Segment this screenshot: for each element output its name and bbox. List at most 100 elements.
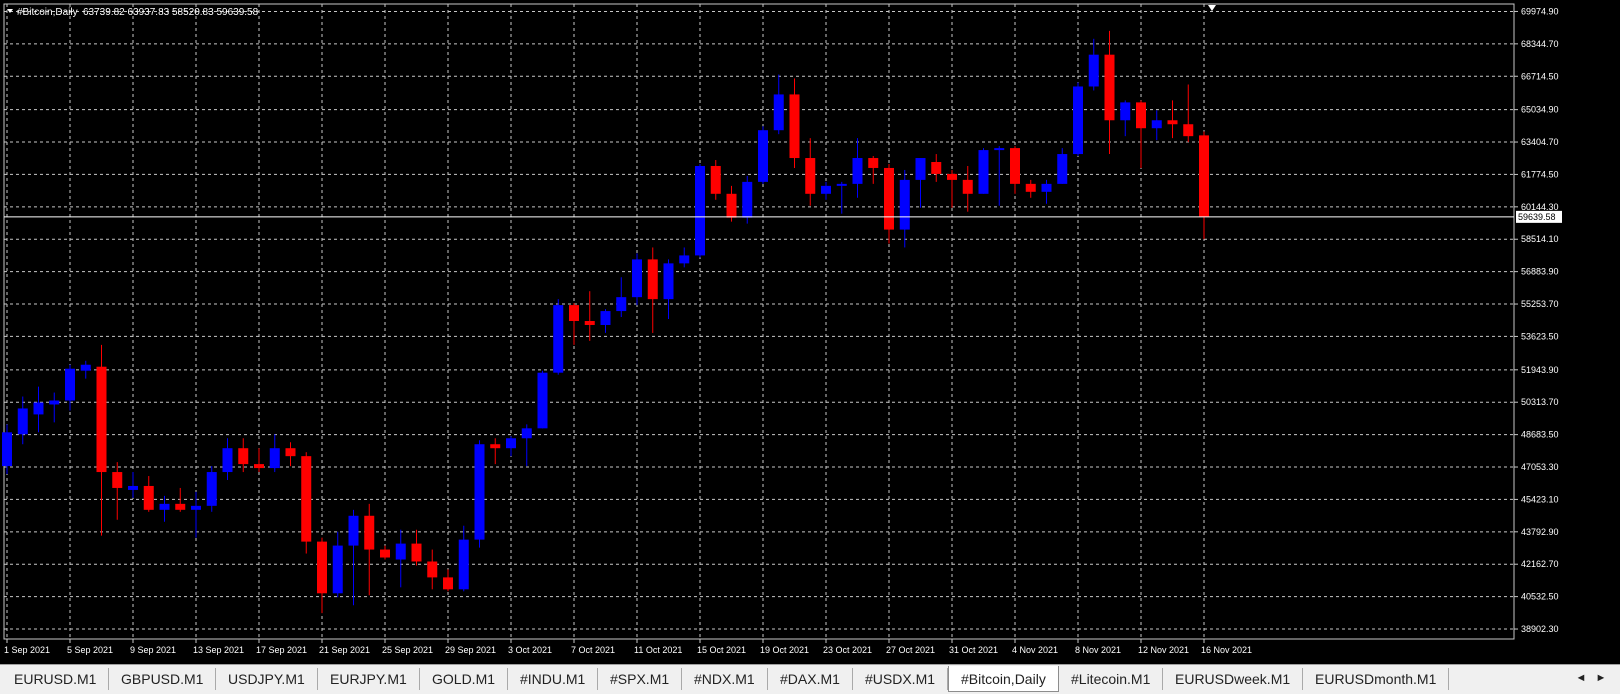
chart-header: #Bitcoin,Daily 63739.82 63937.83 58520.8… <box>7 7 259 18</box>
x-tick-label: 23 Oct 2021 <box>823 645 872 655</box>
chart-tab[interactable]: EURUSDmonth.M1 <box>1303 668 1450 690</box>
y-tick-label: 53623.50 <box>1521 331 1559 341</box>
x-tick-label: 21 Sep 2021 <box>319 645 370 655</box>
candle-body <box>1010 148 1020 184</box>
candle-body <box>994 148 1005 151</box>
plot-area <box>3 3 1515 640</box>
candle-body <box>1136 102 1146 129</box>
scroll-right-icon[interactable]: ► <box>1594 669 1608 687</box>
x-tick-label: 25 Sep 2021 <box>382 645 433 655</box>
candle-body <box>364 515 375 550</box>
chart-tab[interactable]: #INDU.M1 <box>508 668 599 690</box>
candle-body <box>1183 124 1194 137</box>
chart-tab[interactable]: GBPUSD.M1 <box>109 668 217 690</box>
candle <box>758 126 768 184</box>
chart-tab[interactable]: USDJPY.M1 <box>216 668 318 690</box>
candle-body <box>1167 120 1178 125</box>
candle <box>474 440 485 548</box>
candle-body <box>789 94 800 159</box>
candle-body <box>65 368 75 401</box>
x-tick-label: 11 Oct 2021 <box>634 645 682 655</box>
chart-tab[interactable]: #Bitcoin,Daily <box>948 666 1059 692</box>
candle-body <box>254 464 264 469</box>
candle-body <box>852 158 863 184</box>
chart-tab[interactable]: GOLD.M1 <box>420 668 509 690</box>
y-tick-label: 51943.90 <box>1521 365 1559 375</box>
candle-body <box>159 503 170 510</box>
chart-tab[interactable]: EURUSDweek.M1 <box>1163 668 1304 690</box>
y-tick-label: 43792.90 <box>1521 527 1559 537</box>
current-price-label: 59639.58 <box>1518 212 1556 222</box>
candle <box>695 163 705 258</box>
chart-tab[interactable]: #SPX.M1 <box>598 668 683 690</box>
candle-body <box>947 173 957 180</box>
candle-body <box>537 372 548 429</box>
candle-body <box>663 263 674 300</box>
candle-body <box>868 158 879 168</box>
candle-body <box>222 448 233 473</box>
candle-body <box>899 179 910 230</box>
y-tick-label: 63404.70 <box>1521 137 1559 147</box>
y-tick-label: 60144.30 <box>1521 202 1559 212</box>
chart-tab[interactable]: #Litecoin.M1 <box>1059 668 1164 690</box>
candle-body <box>1120 102 1131 121</box>
candle-body <box>584 321 595 325</box>
candle-body <box>1104 54 1115 121</box>
candle-body <box>1041 183 1052 192</box>
time-axis: 1 Sep 2021 5 Sep 2021 9 Sep 2021 13 Sep 202… <box>4 639 1252 655</box>
candle-body <box>569 305 579 322</box>
chart-tab[interactable]: #DAX.M1 <box>768 668 853 690</box>
candle-body <box>836 183 847 186</box>
candle-body <box>80 364 91 371</box>
y-tick-label: 48683.50 <box>1521 430 1559 440</box>
y-tick-label: 69974.90 <box>1521 6 1559 16</box>
candle-body <box>695 165 705 256</box>
y-tick-label: 50313.70 <box>1521 397 1559 407</box>
candle-body <box>1057 154 1068 184</box>
candle <box>206 466 217 512</box>
y-tick-label: 45423.10 <box>1521 494 1559 504</box>
candle-body <box>647 259 658 300</box>
chart-symbol-title: #Bitcoin,Daily <box>17 7 78 18</box>
x-tick-label: 8 Nov 2021 <box>1075 645 1121 655</box>
candle-body <box>978 150 989 194</box>
x-tick-label: 19 Oct 2021 <box>760 645 809 655</box>
y-tick-label: 65034.90 <box>1521 105 1559 115</box>
chart-tab[interactable]: #USDX.M1 <box>853 668 949 690</box>
candle-body <box>17 408 28 435</box>
x-tick-label: 27 Oct 2021 <box>886 645 935 655</box>
scroll-left-icon[interactable]: ◄ <box>1574 669 1588 687</box>
candle-body <box>427 561 438 578</box>
chart-tab[interactable]: EURUSD.M1 <box>2 668 110 690</box>
candle-body <box>632 259 642 298</box>
candle-body <box>96 366 107 473</box>
price-axis: 69974.90 68344.70 66714.50 65034.90 63404.70… <box>1514 6 1559 634</box>
candle <box>978 148 989 194</box>
y-tick-label: 58514.10 <box>1521 234 1559 244</box>
y-tick-label: 61774.50 <box>1521 169 1559 179</box>
chart-tab-bar: EURUSD.M1 GBPUSD.M1 USDJPY.M1 EURJPY.M1 GOLD… <box>0 664 1620 694</box>
x-tick-label: 5 Sep 2021 <box>67 645 113 655</box>
candle-body <box>206 472 217 506</box>
y-tick-label: 40532.50 <box>1521 592 1559 602</box>
candle-body <box>821 185 831 194</box>
y-tick-label: 55253.70 <box>1521 299 1559 309</box>
chart-tab[interactable]: #NDX.M1 <box>682 668 768 690</box>
chart-tab[interactable]: EURJPY.M1 <box>318 668 420 690</box>
candle-body <box>128 485 138 490</box>
y-tick-label: 68344.70 <box>1521 39 1559 49</box>
y-tick-label: 42162.70 <box>1521 559 1559 569</box>
candle-body <box>773 94 784 131</box>
candle <box>537 370 548 429</box>
y-tick-label: 66714.50 <box>1521 71 1559 81</box>
current-price-tag: 59639.58 <box>1516 210 1562 223</box>
candle-body <box>348 515 359 546</box>
candle-body <box>726 193 737 218</box>
x-tick-label: 1 Sep 2021 <box>4 645 50 655</box>
price-chart[interactable]: 69974.90 68344.70 66714.50 65034.90 63404.70… <box>0 0 1620 664</box>
candle-body <box>191 505 201 510</box>
candle-body <box>679 255 690 264</box>
x-tick-label: 31 Oct 2021 <box>949 645 998 655</box>
candle-body <box>490 444 501 449</box>
x-tick-label: 29 Sep 2021 <box>445 645 496 655</box>
